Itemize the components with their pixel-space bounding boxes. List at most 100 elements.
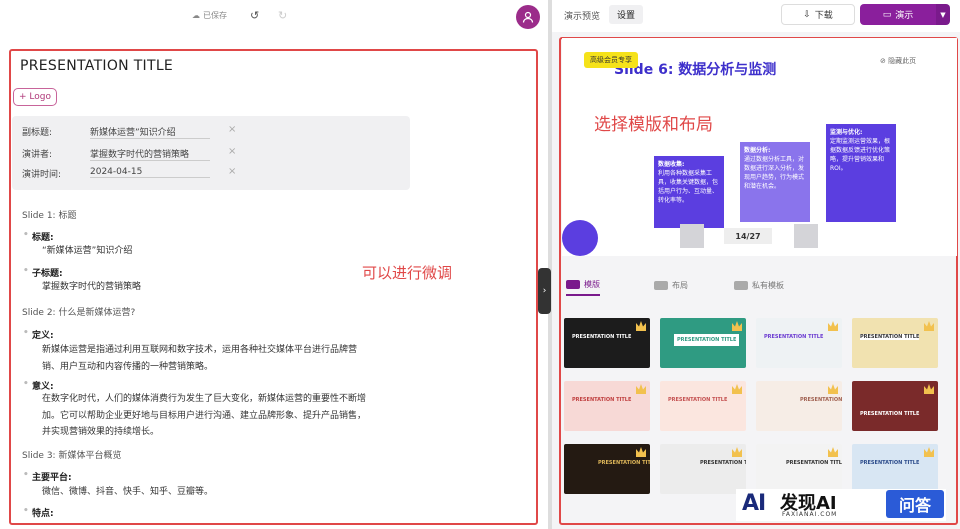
crown-icon [636, 447, 646, 457]
cloud-download-icon: ⇩ [803, 9, 811, 20]
template-tabs: 模版 布局 私有模板 [562, 274, 952, 298]
save-status-label: 已保存 [203, 11, 227, 20]
download-button[interactable]: ⇩ 下载 [781, 4, 855, 25]
template-thumb[interactable]: PRESENTATION TITLE [660, 381, 746, 431]
clear-date-icon[interactable]: × [228, 166, 236, 177]
slide-heading[interactable]: Slide 2: 什么是新媒体运营? [22, 305, 135, 318]
template-thumb[interactable]: PRESENTATION TITLE [660, 444, 746, 494]
redo-icon[interactable]: ↻ [278, 9, 287, 22]
bullet-label[interactable]: 定义: [23, 328, 53, 341]
watermark-logo: AI [742, 491, 766, 516]
bullet-text[interactable]: 加。它可以帮助企业更好地与目标用户进行沟通、建立品牌形象、提升产品销售， [42, 408, 402, 425]
bullet-text[interactable]: 微信、微博、抖音、快手、知乎、豆瓣等。 [42, 484, 402, 501]
caret-down-icon: ▼ [940, 10, 946, 19]
add-logo-button[interactable]: + Logo [13, 88, 57, 106]
crown-icon [924, 384, 934, 394]
crown-icon [636, 321, 646, 331]
screen-icon: ▭ [882, 9, 892, 20]
metadata-panel: 副标题: 新媒体运营”知识介绍 × 演讲者: 掌握数字时代的营销策略 × 演讲时… [12, 116, 410, 190]
eye-off-icon: ⊘ [880, 57, 886, 65]
watermark-qa-badge: 问答 [886, 490, 944, 518]
chevron-right-icon: › [542, 286, 547, 296]
content-box: 监测与优化: 定期监测运营效果，根据数据反馈进行优化策略，提升营销效果和ROI。 [826, 124, 896, 222]
bullet-label[interactable]: 子标题: [23, 266, 62, 279]
hide-page-label: 隐藏此页 [888, 57, 917, 65]
template-thumb[interactable]: PRESENTATION TITLE [660, 318, 746, 368]
prev-slide-button[interactable] [680, 224, 704, 248]
bullet-label[interactable]: 标题: [23, 230, 53, 243]
save-status: ☁ 已保存 [192, 10, 227, 21]
template-thumb[interactable]: PRESENTATION TITLE [564, 381, 650, 431]
slide-heading[interactable]: Slide 1: 标题 [22, 208, 76, 221]
clear-speaker-icon[interactable]: × [228, 146, 236, 157]
bullet-label[interactable]: 特点: [23, 506, 53, 519]
template-thumb[interactable]: PRESENTATION TITLE [756, 318, 842, 368]
tab-label: 布局 [672, 280, 688, 290]
slide-heading[interactable]: Slide 3: 新媒体平台概览 [22, 448, 121, 461]
template-title: PRESENTATION TITLE [860, 460, 920, 466]
crown-icon [924, 321, 934, 331]
tab-label: 私有模板 [752, 280, 784, 290]
tab-private-templates[interactable]: 私有模板 [734, 274, 784, 296]
content-box: 数据分析: 通过数据分析工具，对数据进行深入分析，发现用户趋势，行为模式和潜在机… [740, 142, 810, 222]
crown-icon [828, 321, 838, 331]
crown-icon [828, 384, 838, 394]
tab-templates[interactable]: 模版 [566, 274, 600, 296]
template-thumb[interactable]: PRESENTATION TITLE [564, 318, 650, 368]
tab-layout[interactable]: 布局 [654, 274, 688, 296]
template-title: PRESENTATION TITLE [668, 397, 728, 403]
avatar[interactable] [516, 5, 540, 29]
editor-toolbar: ☁ 已保存 ↺ ↻ [0, 0, 548, 34]
template-title: PRESENTATION TITLE [598, 460, 650, 466]
template-thumb[interactable]: PRESENTATION TITLE [756, 444, 842, 494]
layout-icon [654, 280, 668, 290]
template-thumb[interactable]: PRESENTATION TITLE [852, 318, 938, 368]
bullet-text[interactable]: “新媒体运营”知识介绍 [42, 243, 402, 260]
bullet-text[interactable]: 并实现营销效果的持续增长。 [42, 424, 402, 441]
download-label: 下载 [814, 11, 833, 21]
undo-icon[interactable]: ↺ [250, 9, 259, 22]
decorative-circle [562, 220, 598, 256]
box-body: 通过数据分析工具，对数据进行深入分析，发现用户趋势，行为模式和潜在机会。 [744, 156, 805, 190]
template-thumb[interactable]: PRESENTATION TITLE [852, 444, 938, 494]
bullet-text[interactable]: 掌握数字时代的营销策略 [42, 279, 402, 296]
present-dropdown[interactable]: ▼ [936, 4, 950, 25]
speaker-field[interactable]: 掌握数字时代的营销策略 [90, 147, 210, 161]
overlay-caption: 选择模版和布局 [594, 115, 713, 135]
page-indicator: 14/27 [724, 228, 772, 244]
crown-icon [828, 447, 838, 457]
clear-subtitle-icon[interactable]: × [228, 124, 236, 135]
template-title: PRESENTATION TITLE [860, 334, 920, 340]
template-title: PRESENTATION TITLE [674, 334, 740, 346]
crown-icon [636, 384, 646, 394]
crown-icon [732, 321, 742, 331]
bullet-text[interactable]: 在数字化时代，人们的媒体消费行为发生了巨大变化，新媒体运营的重要性不断增 [42, 391, 402, 408]
bullet-label[interactable]: 主要平台: [23, 470, 72, 483]
next-slide-button[interactable] [794, 224, 818, 248]
present-button[interactable]: ▭ 演示 [860, 4, 936, 25]
box-body: 定期监测运营效果，根据数据反馈进行优化策略，提升营销效果和ROI。 [830, 138, 891, 172]
collapse-handle[interactable]: › [538, 268, 551, 314]
subtitle-label: 副标题: [22, 128, 53, 138]
premium-badge: 高级会员专享 [584, 52, 638, 68]
settings-button[interactable]: 设置 [609, 5, 643, 24]
template-thumb[interactable]: PRESENTATION TITLE [852, 381, 938, 431]
slide-preview[interactable]: Slide 6: 数据分析与监测 高级会员专享 ⊘ 隐藏此页 选择模版和布局 数… [562, 38, 957, 256]
bullet-text[interactable]: 新媒体运营是指通过利用互联网和数字技术，运用各种社交媒体平台进行品牌营 [42, 342, 402, 359]
user-icon [522, 11, 534, 23]
annotation-note: 可以进行微调 [362, 264, 453, 282]
box-head: 监测与优化: [830, 129, 863, 136]
date-label: 演讲时间: [22, 170, 62, 180]
preview-toolbar: 演示预览 设置 ⇩ 下载 ▭ 演示 ▼ [552, 0, 960, 32]
template-thumb[interactable]: PRESENTATION TITLE [564, 444, 650, 494]
bullet-text[interactable]: 销、用户互动和内容传播的一种营销策略。 [42, 359, 402, 376]
date-field[interactable]: 2024-04-15 [90, 167, 210, 178]
subtitle-field[interactable]: 新媒体运营”知识介绍 [90, 125, 210, 139]
template-icon [566, 279, 580, 289]
hide-page-toggle[interactable]: ⊘ 隐藏此页 [880, 56, 916, 66]
template-title: PRESENTATION TITLE [786, 460, 842, 466]
template-title: PRESENTATION TITLE [572, 397, 632, 403]
document-title[interactable]: PRESENTATION TITLE [20, 58, 173, 74]
template-thumb[interactable]: PRESENTATION TITLE [756, 381, 842, 431]
preview-panel: 演示预览 设置 ⇩ 下载 ▭ 演示 ▼ Slide 6: 数据分析与监测 高级会… [552, 0, 960, 529]
